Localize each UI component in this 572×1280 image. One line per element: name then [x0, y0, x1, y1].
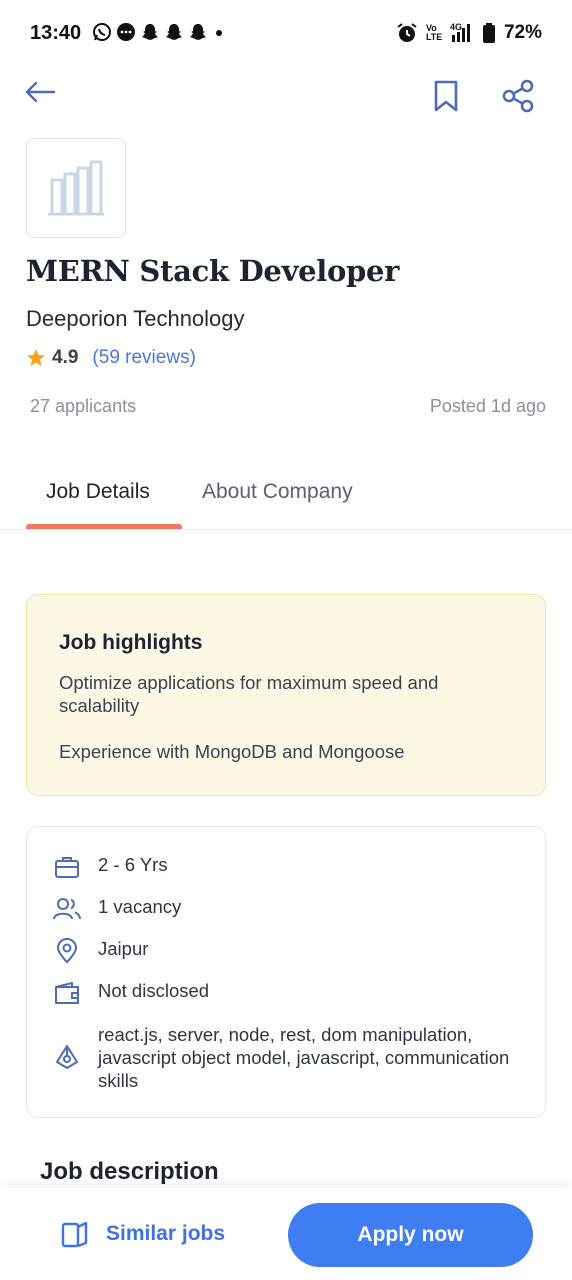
- dot-icon: [216, 30, 222, 36]
- building-icon: [48, 160, 104, 216]
- experience-row: 2 - 6 Yrs: [53, 853, 518, 881]
- vacancy-row: 1 vacancy: [53, 895, 518, 923]
- highlight-item: Optimize applications for maximum speed …: [59, 672, 439, 716]
- salary-row: Not disclosed: [53, 979, 518, 1007]
- company-name[interactable]: Deeporion Technology: [26, 306, 245, 332]
- location-row: Jaipur: [53, 937, 518, 965]
- arrow-left-icon: [25, 81, 56, 103]
- job-description-title: Job description: [40, 1158, 219, 1185]
- rating-value: 4.9: [52, 347, 79, 368]
- notification-icons: [92, 22, 226, 42]
- skills-row: react.js, server, node, rest, dom manipu…: [53, 1023, 518, 1092]
- bottom-action-bar: Similar jobs Apply now: [0, 1188, 572, 1280]
- message-icon: [117, 23, 135, 41]
- tab-bar: Job Details About Company: [0, 462, 572, 530]
- company-logo: [26, 138, 126, 238]
- briefcase-icon: [53, 853, 81, 881]
- pen-tool-icon: [53, 1043, 81, 1071]
- highlight-item: Experience with MongoDB and Mongoose: [59, 741, 405, 762]
- snapchat-icon: [166, 24, 182, 40]
- experience-text: 2 - 6 Yrs: [98, 854, 168, 875]
- job-highlights-card: Job highlights Optimize applications for…: [26, 594, 546, 796]
- bookmark-icon: [434, 80, 458, 112]
- whatsapp-icon: [93, 23, 111, 41]
- job-details-card: 2 - 6 Yrs 1 vacancy Jaipur Not disclosed…: [26, 826, 546, 1118]
- applicants-count: 27 applicants: [30, 396, 137, 416]
- location-text: Jaipur: [98, 938, 149, 959]
- location-pin-icon: [53, 937, 81, 965]
- status-bar: 13:40 Vo LTE 4G 72%: [0, 0, 572, 66]
- apply-now-label: Apply now: [357, 1223, 464, 1246]
- back-button[interactable]: [20, 72, 60, 112]
- vacancy-text: 1 vacancy: [98, 896, 182, 917]
- star-icon: [27, 349, 45, 366]
- wallet-icon: [53, 979, 81, 1007]
- apply-now-button[interactable]: Apply now: [288, 1203, 533, 1267]
- share-button[interactable]: [496, 74, 540, 118]
- posted-time: Posted 1d ago: [429, 396, 546, 416]
- app-bar: [0, 66, 572, 126]
- snapchat-icon: [142, 24, 158, 40]
- status-time: 13:40: [30, 22, 82, 44]
- similar-jobs-icon: [61, 1221, 88, 1248]
- network-label: 4G: [450, 22, 462, 32]
- similar-jobs-label: Similar jobs: [106, 1222, 226, 1245]
- signal-icon: 4G: [450, 22, 470, 42]
- skills-text: react.js, server, node, rest, dom manipu…: [98, 1024, 510, 1091]
- volte-icon: Vo LTE: [425, 23, 443, 42]
- battery-icon: [482, 23, 495, 43]
- highlights-title: Job highlights: [59, 631, 203, 654]
- job-title: MERN Stack Developer: [26, 254, 400, 288]
- similar-jobs-button[interactable]: Similar jobs: [60, 1206, 225, 1262]
- tab-active-indicator: [26, 524, 182, 529]
- bookmark-button[interactable]: [426, 74, 466, 118]
- reviews-link[interactable]: (59 reviews): [92, 347, 195, 369]
- salary-text: Not disclosed: [98, 980, 210, 1001]
- alarm-icon: [397, 23, 417, 42]
- battery-level: 72%: [503, 22, 542, 43]
- share-icon: [502, 79, 534, 113]
- tab-job-details[interactable]: Job Details: [46, 480, 150, 504]
- people-icon: [53, 895, 81, 923]
- system-icons: Vo LTE 4G 72%: [396, 22, 542, 44]
- tab-about-company[interactable]: About Company: [202, 480, 353, 504]
- snapchat-icon: [190, 24, 206, 40]
- rating-row: 4.9 (59 reviews): [26, 347, 196, 369]
